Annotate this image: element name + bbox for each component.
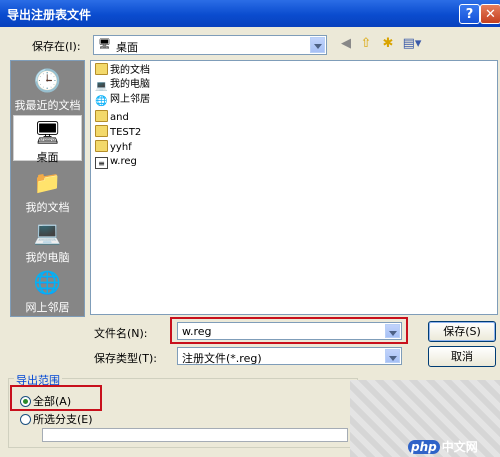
- desktop-small-icon: 🖥: [98, 39, 111, 50]
- place-label: 我最近的文档: [14, 99, 81, 112]
- list-item[interactable]: TEST2: [95, 125, 141, 139]
- folder-icon: [95, 110, 108, 122]
- network-icon: 🌐: [95, 96, 108, 107]
- my-computer-icon: 💻: [33, 221, 62, 246]
- place-label: 桌面: [36, 151, 59, 164]
- save-in-label: 保存在(I):: [32, 40, 81, 53]
- chevron-down-icon[interactable]: [310, 37, 325, 53]
- list-item[interactable]: ≡ w.reg: [95, 155, 137, 169]
- view-menu-icon[interactable]: ▤▾: [401, 36, 423, 52]
- filetype-label: 保存类型(T):: [94, 352, 158, 365]
- watermark: php 中文网: [408, 438, 478, 455]
- save-in-select[interactable]: 🖥 桌面: [93, 35, 327, 55]
- list-item[interactable]: 💻 我的电脑: [95, 78, 150, 92]
- radio-branch-label: 所选分支(E): [33, 413, 93, 426]
- place-label: 我的电脑: [25, 251, 70, 264]
- place-network-places[interactable]: 🌐 网上邻居: [11, 269, 84, 315]
- desktop-icon: 🖥: [33, 121, 62, 146]
- radio-branch-indicator[interactable]: [20, 414, 31, 425]
- registry-file-icon: ≡: [95, 157, 108, 169]
- back-icon[interactable]: ◀: [338, 36, 354, 52]
- close-button[interactable]: ✕: [480, 4, 500, 24]
- highlight-box: [170, 317, 408, 344]
- up-folder-icon[interactable]: ⇧: [358, 36, 374, 52]
- highlight-box: [10, 385, 102, 411]
- place-label: 网上邻居: [25, 301, 70, 314]
- folder-icon: [95, 125, 108, 137]
- title-bar: 导出注册表文件 ? ✕: [0, 0, 500, 27]
- save-in-value: 桌面: [116, 41, 138, 54]
- my-documents-icon: 📁: [33, 171, 62, 196]
- watermark-text: 中文网: [441, 440, 478, 454]
- chevron-down-icon[interactable]: [385, 349, 400, 363]
- list-item[interactable]: yyhf: [95, 140, 132, 154]
- filename-label: 文件名(N):: [94, 327, 148, 340]
- list-item[interactable]: 我的文档: [95, 63, 150, 77]
- place-my-computer[interactable]: 💻 我的电脑: [11, 219, 84, 265]
- new-folder-icon[interactable]: ✱: [380, 36, 396, 52]
- filetype-value: 注册文件(*.reg): [182, 352, 262, 365]
- network-places-icon: 🌐: [33, 271, 62, 296]
- places-bar: 🕒 我最近的文档 🖥 桌面 📁 我的文档 💻 我的电脑 🌐 网上邻居: [10, 60, 85, 317]
- help-button[interactable]: ?: [459, 4, 480, 24]
- place-desktop[interactable]: 🖥 桌面: [13, 115, 82, 164]
- file-list[interactable]: 我的文档 💻 我的电脑 🌐 网上邻居 and TEST2 yyhf ≡ w.reg: [90, 60, 498, 315]
- radio-branch[interactable]: 所选分支(E): [20, 411, 93, 427]
- folder-icon: [95, 63, 108, 75]
- place-my-documents[interactable]: 📁 我的文档: [11, 169, 84, 215]
- place-recent-documents[interactable]: 🕒 我最近的文档: [11, 67, 84, 113]
- computer-icon: 💻: [95, 81, 108, 92]
- branch-input[interactable]: [42, 428, 348, 442]
- folder-icon: [95, 140, 108, 152]
- dialog-title: 导出注册表文件: [7, 8, 92, 22]
- list-item[interactable]: 🌐 网上邻居: [95, 93, 150, 107]
- filetype-select[interactable]: 注册文件(*.reg): [177, 347, 402, 365]
- save-button[interactable]: 保存(S): [428, 321, 496, 342]
- place-label: 我的文档: [25, 201, 70, 214]
- recent-documents-icon: 🕒: [33, 69, 62, 94]
- cancel-button[interactable]: 取消: [428, 346, 496, 367]
- list-item[interactable]: and: [95, 110, 129, 124]
- php-logo: php: [408, 440, 440, 454]
